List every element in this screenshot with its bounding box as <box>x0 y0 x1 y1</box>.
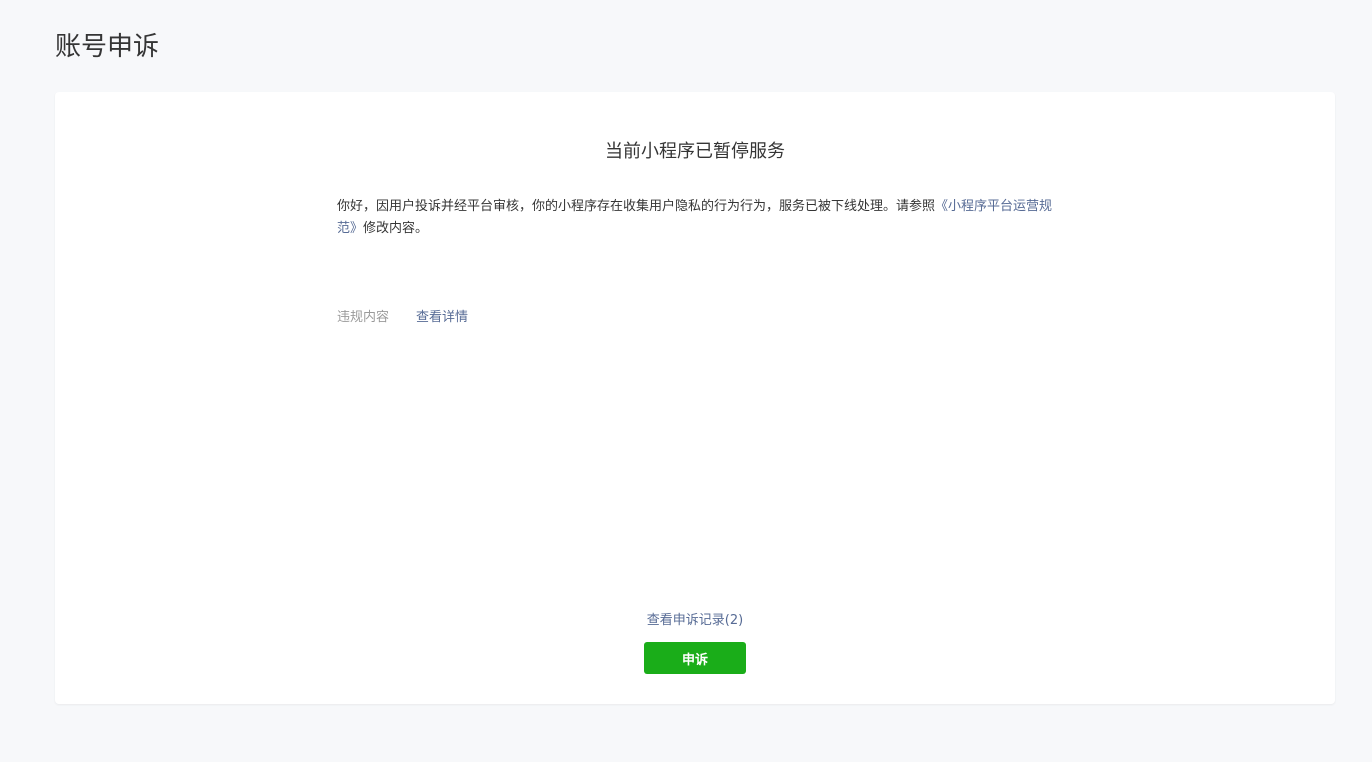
notice-title: 当前小程序已暂停服务 <box>605 141 785 162</box>
notice-body-suffix: 修改内容。 <box>363 221 429 236</box>
appeal-button[interactable]: 申诉 <box>644 642 746 674</box>
notice-body: 你好，因用户投诉并经平台审核，你的小程序存在收集用户隐私的行为行为，服务已被下线… <box>337 196 1053 240</box>
appeal-records-link[interactable]: 查看申诉记录(2) <box>647 610 743 632</box>
page-title: 账号申诉 <box>55 32 160 62</box>
violation-label: 违规内容 <box>337 310 390 325</box>
violation-row: 违规内容 查看详情 <box>337 307 468 329</box>
notice-card: 当前小程序已暂停服务 你好，因用户投诉并经平台审核，你的小程序存在收集用户隐私的… <box>55 92 1335 704</box>
notice-body-text: 你好，因用户投诉并经平台审核，你的小程序存在收集用户隐私的行为行为，服务已被下线… <box>337 199 936 214</box>
view-details-link[interactable]: 查看详情 <box>416 307 468 329</box>
footer-actions: 查看申诉记录(2) 申诉 <box>55 610 1335 674</box>
